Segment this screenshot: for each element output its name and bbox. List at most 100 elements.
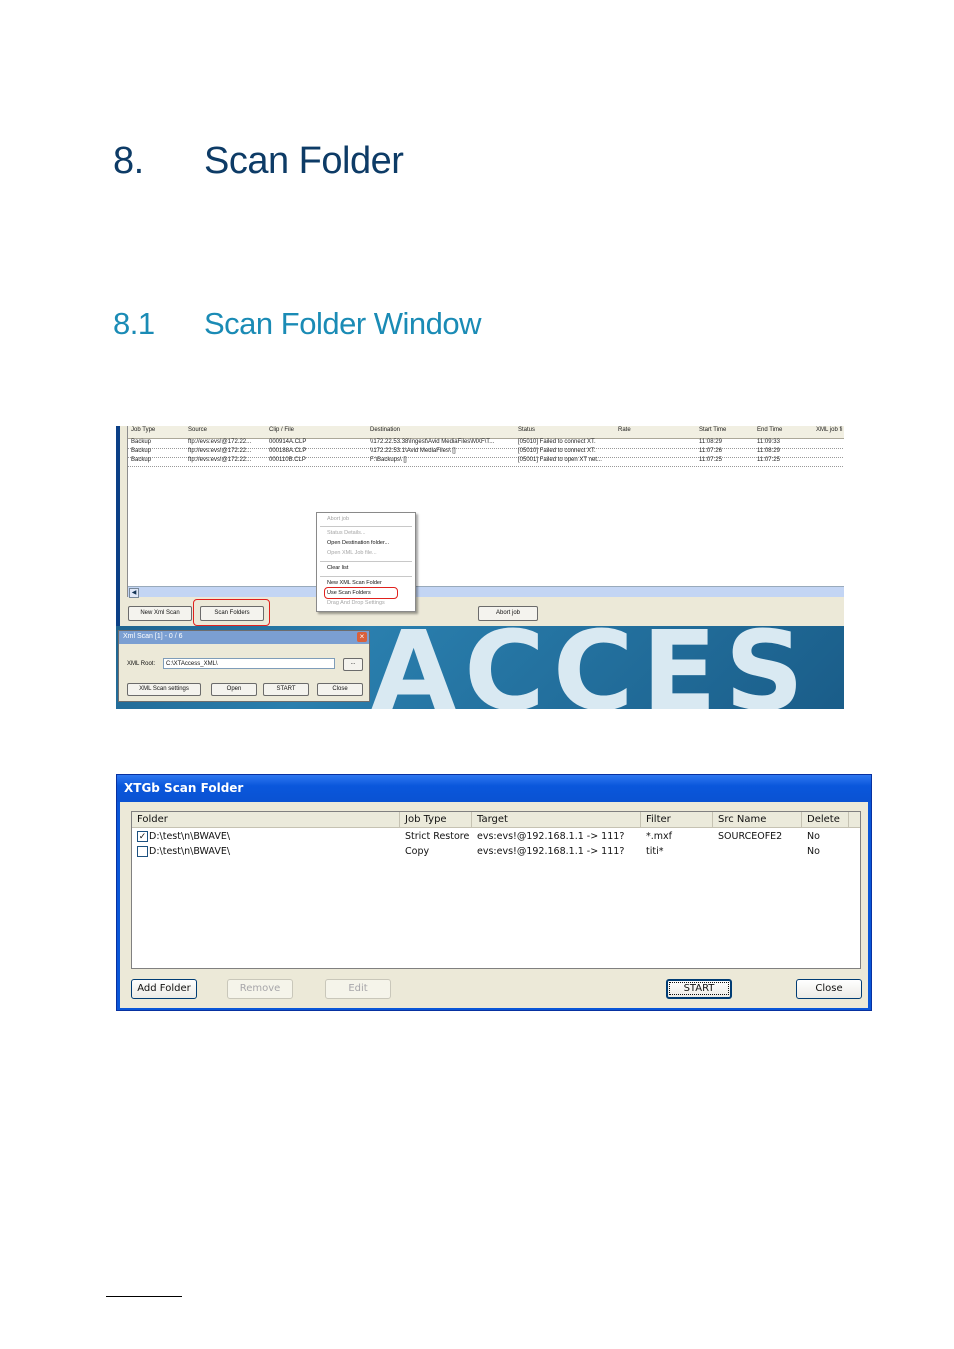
- col-end-time[interactable]: End Time: [757, 427, 782, 433]
- col-job-type[interactable]: Job Type: [400, 812, 472, 827]
- cell-status: [05010] Failed to connect XT.: [518, 448, 596, 454]
- cell-job-type: Strict Restore: [405, 831, 470, 842]
- section-heading: 8. Scan Folder: [113, 140, 404, 183]
- col-destination[interactable]: Destination: [370, 427, 400, 433]
- cell-job-type: Backup: [131, 448, 152, 454]
- col-folder[interactable]: Folder: [132, 812, 400, 827]
- close-button[interactable]: Close: [796, 979, 862, 999]
- open-button[interactable]: Open: [211, 683, 257, 696]
- list-header: Folder Job Type Target Filter Src Name D…: [132, 812, 860, 828]
- remove-button[interactable]: Remove: [227, 979, 293, 999]
- col-source[interactable]: Source: [188, 427, 207, 433]
- cell-filter: *.mxf: [646, 831, 672, 842]
- footer-rule: [106, 1296, 182, 1297]
- cell-clip: 000188A.CLP: [269, 448, 307, 454]
- cell-status: [05001] Failed to open XT net...: [518, 457, 602, 463]
- menu-item-clear-list[interactable]: Clear list: [327, 565, 348, 571]
- cell-end-time: 11:07:25: [757, 457, 780, 463]
- window-titlebar[interactable]: XTGb Scan Folder: [117, 775, 871, 802]
- highlight-scan-folders: [193, 599, 270, 626]
- xml-root-input[interactable]: C:\XTAccess_XML\: [163, 658, 335, 669]
- cell-delete: No: [807, 831, 820, 842]
- cell-target: evs:evs!@192.168.1.1 -> 111?: [477, 846, 625, 857]
- cell-source: ftp://evs:evs!@172.22...: [188, 448, 252, 454]
- menu-item-abort-job[interactable]: Abort job: [327, 516, 349, 522]
- job-list-window: Job Type Source Clip / File Destination …: [120, 426, 844, 626]
- cell-destination: \\172.22.53.1\Avid MediaFiles\ []: [370, 448, 456, 454]
- xml-scan-titlebar[interactable]: Xml Scan [1] - 0 / 6 ×: [119, 631, 369, 644]
- xml-scan-settings-button[interactable]: XML Scan settings: [127, 683, 201, 696]
- cell-start-time: 11:07:26: [699, 448, 722, 454]
- window-title: XTGb Scan Folder: [124, 781, 244, 795]
- col-target[interactable]: Target: [472, 812, 641, 827]
- cell-source: ftp://evs:evs!@172.22...: [188, 457, 252, 463]
- cell-job-type: Backup: [131, 439, 152, 445]
- subsection-title: Scan Folder Window: [204, 306, 482, 341]
- menu-separator: [320, 561, 412, 562]
- subsection-number: 8.1: [113, 306, 155, 341]
- horizontal-scrollbar[interactable]: ◀: [128, 586, 844, 598]
- section-number: 8.: [113, 140, 144, 182]
- browse-button[interactable]: ...: [343, 658, 363, 671]
- cell-clip: 000110B.CLP: [269, 457, 306, 463]
- table-row[interactable]: Backup ftp://evs:evs!@172.22... 000110B.…: [128, 457, 844, 467]
- menu-item-drag-drop-settings[interactable]: Drag And Drop Settings: [327, 600, 385, 606]
- xml-root-label: XML Root:: [127, 661, 156, 667]
- cell-start-time: 11:07:25: [699, 457, 722, 463]
- cell-status: [05010] Failed to connect XT.: [518, 439, 596, 445]
- abort-job-button[interactable]: Abort job: [478, 606, 538, 621]
- col-clip-file[interactable]: Clip / File: [269, 427, 294, 433]
- job-list-header: Job Type Source Clip / File Destination …: [128, 426, 844, 439]
- start-button[interactable]: START: [666, 979, 732, 999]
- cell-source: ftp://evs:evs!@172.22...: [188, 439, 252, 445]
- row-checkbox[interactable]: ✓: [137, 831, 148, 842]
- close-button[interactable]: Close: [317, 683, 363, 696]
- cell-delete: No: [807, 846, 820, 857]
- col-rate[interactable]: Rate: [618, 427, 631, 433]
- edit-button[interactable]: Edit: [325, 979, 391, 999]
- col-filter[interactable]: Filter: [641, 812, 713, 827]
- context-menu: Abort job Status Details... Open Destina…: [316, 512, 416, 612]
- scroll-left-icon[interactable]: ◀: [129, 588, 139, 598]
- cell-start-time: 11:08:29: [699, 439, 722, 445]
- cell-destination: \\172.22.53.38\Ingest\Avid MediaFiles\MX…: [370, 439, 495, 445]
- col-status[interactable]: Status: [518, 427, 535, 433]
- col-xml-job[interactable]: XML job fi: [816, 427, 842, 433]
- screenshot-job-list: ACCES Job Type Source Clip / File Destin…: [116, 426, 844, 709]
- highlight-use-scan-folders: [324, 587, 398, 599]
- cell-folder: D:\test\n\BWAVE\: [149, 846, 231, 857]
- menu-item-new-xml-scan-folder[interactable]: New XML Scan Folder: [327, 580, 382, 586]
- section-title: Scan Folder: [204, 140, 404, 182]
- col-src-name[interactable]: Src Name: [713, 812, 802, 827]
- menu-separator: [320, 526, 412, 527]
- background-logo-text: ACCES: [371, 607, 812, 709]
- add-folder-button[interactable]: Add Folder: [131, 979, 197, 999]
- menu-item-open-xml-job[interactable]: Open XML Job file...: [327, 550, 377, 556]
- cell-destination: F:\Backups\ []: [370, 457, 407, 463]
- xml-scan-title: Xml Scan [1] - 0 / 6: [123, 633, 183, 640]
- job-list[interactable]: Job Type Source Clip / File Destination …: [127, 426, 844, 598]
- row-checkbox[interactable]: [137, 846, 148, 857]
- xml-scan-window: Xml Scan [1] - 0 / 6 × XML Root: C:\XTAc…: [118, 630, 370, 702]
- scan-folder-list[interactable]: Folder Job Type Target Filter Src Name D…: [131, 811, 861, 969]
- window-client: Folder Job Type Target Filter Src Name D…: [120, 802, 868, 1008]
- cell-clip: 000914A.CLP: [269, 439, 307, 445]
- start-button[interactable]: START: [263, 683, 309, 696]
- menu-item-status-details[interactable]: Status Details...: [327, 530, 366, 536]
- cell-end-time: 11:08:29: [757, 448, 780, 454]
- scan-folder-window: XTGb Scan Folder Folder Job Type Target …: [116, 774, 872, 1011]
- menu-separator: [320, 576, 412, 577]
- subsection-heading: 8.1 Scan Folder Window: [113, 306, 482, 342]
- col-job-type[interactable]: Job Type: [131, 427, 155, 433]
- close-icon[interactable]: ×: [357, 632, 367, 642]
- cell-filter: titi*: [646, 846, 664, 857]
- menu-item-open-destination[interactable]: Open Destination folder...: [327, 540, 389, 546]
- cell-end-time: 11:09:33: [757, 439, 780, 445]
- cell-job-type: Copy: [405, 846, 430, 857]
- cell-job-type: Backup: [131, 457, 152, 463]
- col-delete[interactable]: Delete: [802, 812, 849, 827]
- col-start-time[interactable]: Start Time: [699, 427, 726, 433]
- cell-target: evs:evs!@192.168.1.1 -> 111?: [477, 831, 625, 842]
- new-xml-scan-button[interactable]: New Xml Scan: [128, 606, 192, 621]
- cell-folder: D:\test\n\BWAVE\: [149, 831, 231, 842]
